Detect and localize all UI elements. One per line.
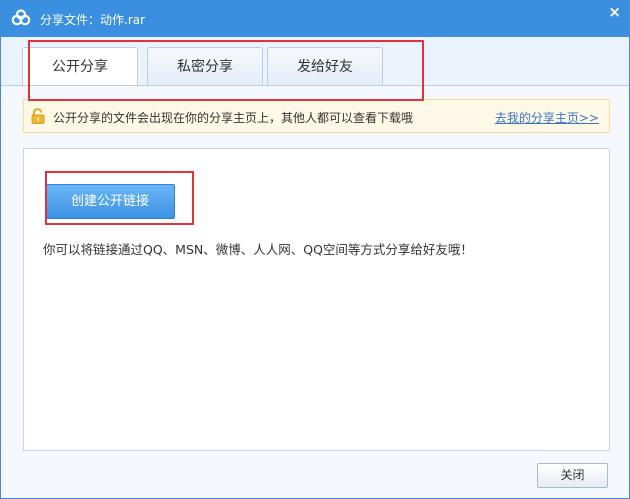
tab-public-share[interactable]: 公开分享 <box>22 47 138 87</box>
tab-send-to-friends[interactable]: 发给好友 <box>267 47 383 85</box>
notice-text: 公开分享的文件会出现在你的分享主页上，其他人都可以查看下载哦 <box>53 111 414 125</box>
close-icon[interactable]: × <box>608 3 621 21</box>
share-tabs: 公开分享 私密分享 发给好友 <box>1 37 629 87</box>
create-public-link-button[interactable]: 创建公开链接 <box>45 184 175 219</box>
tab-divider <box>1 85 629 86</box>
close-button[interactable]: 关闭 <box>537 463 608 488</box>
baidu-cloud-logo-icon <box>11 9 31 26</box>
my-share-homepage-link[interactable]: 去我的分享主页>> <box>495 109 599 126</box>
share-content-panel: 创建公开链接 你可以将链接通过QQ、MSN、微博、人人网、QQ空间等方式分享给好… <box>23 148 610 451</box>
share-dialog: 分享文件：动作.rar × 公开分享 私密分享 发给好友 公开分享的文件会出现在… <box>0 0 630 499</box>
unlock-icon <box>31 108 45 124</box>
share-hint-text: 你可以将链接通过QQ、MSN、微博、人人网、QQ空间等方式分享给好友哦！ <box>43 242 473 257</box>
title-bar[interactable]: 分享文件：动作.rar × <box>1 1 629 37</box>
public-share-notice: 公开分享的文件会出现在你的分享主页上，其他人都可以查看下载哦 去我的分享主页>> <box>23 99 610 133</box>
tab-private-share[interactable]: 私密分享 <box>147 47 263 85</box>
window-title: 分享文件：动作.rar <box>40 13 146 27</box>
